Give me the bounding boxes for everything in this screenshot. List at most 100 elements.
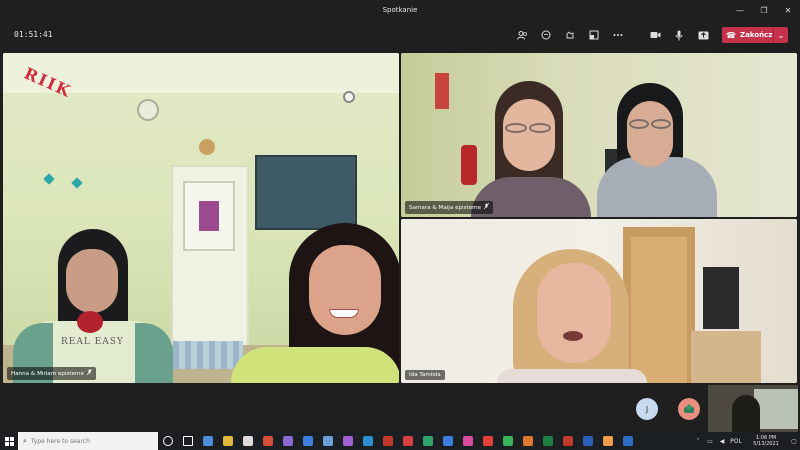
- leave-button[interactable]: ☎ Zakończ ⌄: [722, 27, 788, 43]
- app-glyph: [403, 436, 413, 446]
- participant-figure: [231, 347, 399, 383]
- phone-hangup-icon: ☎: [726, 30, 736, 40]
- network-icon[interactable]: ▭: [704, 438, 716, 445]
- participant-smile: [329, 309, 359, 318]
- video-tile-1[interactable]: RIIK REAL EASY Hanna & Miriam episteme: [3, 53, 399, 383]
- minimize-button[interactable]: —: [728, 0, 752, 20]
- participant-face: [66, 249, 118, 313]
- taskbar-app-icon[interactable]: [238, 432, 258, 450]
- participant-avatar[interactable]: [678, 398, 700, 420]
- app-glyph: [223, 436, 233, 446]
- taskbar-app-icon[interactable]: [358, 432, 378, 450]
- taskbar-app-icon[interactable]: [558, 432, 578, 450]
- meeting-timer: 01:51:41: [14, 30, 53, 39]
- windows-start-icon[interactable]: [0, 432, 18, 450]
- notifications-icon[interactable]: ▢: [788, 438, 800, 445]
- taskbar-app-icon[interactable]: [618, 432, 638, 450]
- more-icon[interactable]: [611, 28, 625, 42]
- video-tile-2[interactable]: Samara & Maija episteme: [401, 53, 797, 217]
- taskbar-search[interactable]: ⌕: [18, 432, 158, 450]
- door: [631, 237, 687, 383]
- camera-icon[interactable]: [648, 28, 662, 42]
- participant-figure: [732, 395, 760, 435]
- app-glyph: [363, 436, 373, 446]
- participant-name-tag: Ida Tamiola: [405, 370, 445, 380]
- taskbar-app-icon[interactable]: [438, 432, 458, 450]
- app-glyph: [463, 436, 473, 446]
- taskbar-app-icon[interactable]: [198, 432, 218, 450]
- taskbar-app-icon[interactable]: [318, 432, 338, 450]
- wall-clock: [343, 91, 355, 103]
- taskbar-apps: [158, 432, 638, 450]
- taskbar-app-icon[interactable]: [598, 432, 618, 450]
- shirt-rose: [77, 311, 103, 333]
- share-icon[interactable]: [696, 28, 710, 42]
- avatar-image-icon: [684, 404, 694, 413]
- participant-name-tag: Samara & Maija episteme: [405, 201, 494, 214]
- taskbar-app-icon[interactable]: [418, 432, 438, 450]
- participant-name-tag: Hanna & Miriam episteme: [7, 367, 96, 380]
- app-glyph: [183, 436, 193, 446]
- volume-icon[interactable]: ◀: [716, 438, 728, 445]
- clock-date: 5/13/2021: [753, 441, 779, 447]
- rooms-icon[interactable]: [587, 28, 601, 42]
- app-glyph: [423, 436, 433, 446]
- taskbar-app-icon[interactable]: [378, 432, 398, 450]
- maximize-button[interactable]: ❐: [752, 0, 776, 20]
- taskbar-app-icon[interactable]: [298, 432, 318, 450]
- app-glyph: [563, 436, 573, 446]
- app-glyph: [483, 436, 493, 446]
- app-glyph: [243, 436, 253, 446]
- mic-muted-icon: [483, 202, 490, 212]
- shirt-text: REAL EASY: [61, 337, 124, 347]
- wall-clock: [199, 139, 215, 155]
- taskbar-app-icon[interactable]: [178, 432, 198, 450]
- language-indicator[interactable]: POL: [728, 438, 744, 445]
- taskbar-app-icon[interactable]: [538, 432, 558, 450]
- taskbar-app-icon[interactable]: [578, 432, 598, 450]
- participant-face: [537, 263, 611, 363]
- people-icon[interactable]: [515, 28, 529, 42]
- self-view[interactable]: [708, 385, 798, 435]
- television: [703, 267, 739, 329]
- chat-icon[interactable]: [539, 28, 553, 42]
- windows-taskbar: ⌕ ˄ ▭ ◀ POL 1:06 PM 5/13/2021 ▢: [0, 432, 800, 450]
- video-background: [754, 389, 798, 429]
- participant-mouth: [563, 331, 583, 341]
- glasses: [505, 123, 527, 133]
- participant-face: [503, 99, 555, 171]
- taskbar-clock[interactable]: 1:06 PM 5/13/2021: [744, 435, 788, 447]
- title-bar: Spotkanie — ❐ ✕: [0, 0, 800, 20]
- poster: [199, 201, 219, 231]
- search-input[interactable]: [30, 437, 149, 445]
- system-tray: ˄ ▭ ◀ POL 1:06 PM 5/13/2021 ▢: [692, 432, 800, 450]
- mic-icon[interactable]: [672, 28, 686, 42]
- taskbar-app-icon[interactable]: [518, 432, 538, 450]
- leave-label: Zakończ: [740, 31, 773, 39]
- glasses: [651, 119, 671, 129]
- chevron-down-icon[interactable]: ⌄: [774, 31, 788, 40]
- app-glyph: [543, 436, 553, 446]
- taskbar-app-icon[interactable]: [338, 432, 358, 450]
- taskbar-app-icon[interactable]: [278, 432, 298, 450]
- taskbar-app-icon[interactable]: [398, 432, 418, 450]
- close-button[interactable]: ✕: [776, 0, 800, 20]
- glasses: [529, 123, 551, 133]
- participant-figure: [497, 369, 647, 383]
- fire-extinguisher: [461, 145, 477, 185]
- reactions-icon[interactable]: [563, 28, 577, 42]
- taskbar-app-icon[interactable]: [218, 432, 238, 450]
- taskbar-app-icon[interactable]: [478, 432, 498, 450]
- mic-muted-icon: [86, 368, 93, 378]
- taskbar-app-icon[interactable]: [498, 432, 518, 450]
- participant-name: Hanna & Miriam episteme: [11, 370, 84, 377]
- meeting-toolbar: 01:51:41: [0, 20, 800, 50]
- participant-avatar[interactable]: J: [636, 398, 658, 420]
- teams-meeting-window: Spotkanie — ❐ ✕ 01:51:41 ☎ Zakończ ⌄ RII…: [0, 0, 800, 450]
- chevron-up-icon[interactable]: ˄: [692, 438, 704, 445]
- video-tile-3[interactable]: Ida Tamiola: [401, 219, 797, 383]
- taskbar-app-icon[interactable]: [258, 432, 278, 450]
- taskbar-app-icon[interactable]: [158, 432, 178, 450]
- taskbar-app-icon[interactable]: [458, 432, 478, 450]
- app-glyph: [343, 436, 353, 446]
